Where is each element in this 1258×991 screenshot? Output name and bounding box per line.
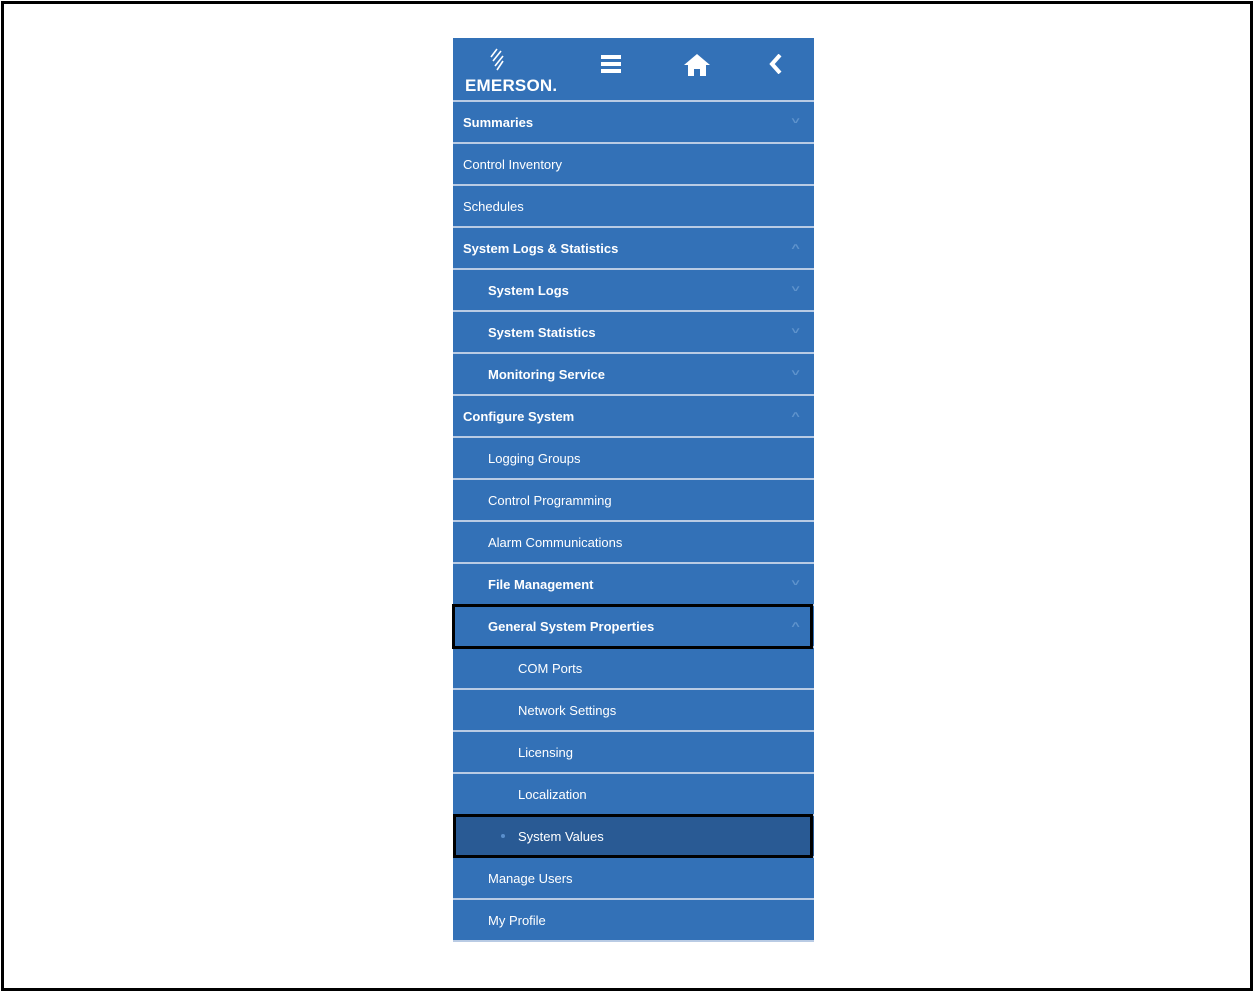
menu-item-label: Schedules <box>463 198 524 214</box>
home-icon[interactable] <box>684 54 710 81</box>
logo-text: EMERSON. <box>465 76 558 95</box>
menu-item-label: System Logs <box>488 282 569 298</box>
menu-item-licensing[interactable]: Licensing <box>453 732 814 774</box>
menu-item-label: System Values <box>518 828 604 844</box>
menu-item-monitoring-service[interactable]: Monitoring Service ˅ <box>453 354 814 396</box>
menu-item-label: Logging Groups <box>488 450 581 466</box>
menu-item-label: General System Properties <box>488 618 655 634</box>
menu-item-general-system-properties[interactable]: General System Properties ˄ <box>453 606 814 648</box>
menu-item-label: COM Ports <box>518 660 583 676</box>
menu-item-logging-groups[interactable]: Logging Groups <box>453 438 814 480</box>
menu-header: EMERSON. <box>453 38 814 102</box>
menu-item-label: Licensing <box>518 744 573 760</box>
menu-item-system-values[interactable]: System Values <box>453 816 814 858</box>
selected-bullet-icon <box>501 834 505 838</box>
menu-item-label: File Management <box>488 576 594 592</box>
menu-item-label: Network Settings <box>518 702 617 718</box>
menu-item-label: Summaries <box>463 114 534 130</box>
menu-item-label: Control Programming <box>488 492 612 508</box>
menu-item-file-management[interactable]: File Management ˅ <box>453 564 814 606</box>
chevron-down-icon[interactable]: ˅ <box>791 284 799 294</box>
chevron-down-icon[interactable]: ˅ <box>791 326 799 336</box>
menu-item-summaries[interactable]: Summaries ˅ <box>453 102 814 144</box>
menu-item-label: My Profile <box>488 912 546 928</box>
menu-item-system-statistics[interactable]: System Statistics ˅ <box>453 312 814 354</box>
chevron-down-icon[interactable]: ˅ <box>791 116 799 126</box>
menu-item-my-profile[interactable]: My Profile <box>453 900 814 942</box>
menu-item-com-ports[interactable]: COM Ports <box>453 648 814 690</box>
menu-item-label: Configure System <box>463 408 575 424</box>
emerson-logo-mark-icon <box>490 48 504 71</box>
chevron-down-icon[interactable]: ˅ <box>791 368 799 378</box>
menu-item-network-settings[interactable]: Network Settings <box>453 690 814 732</box>
hamburger-icon[interactable] <box>601 54 621 79</box>
menu-item-manage-users[interactable]: Manage Users <box>453 858 814 900</box>
menu-item-system-logs[interactable]: System Logs ˅ <box>453 270 814 312</box>
menu-item-label: Localization <box>518 786 587 802</box>
menu-item-schedules[interactable]: Schedules <box>453 186 814 228</box>
chevron-down-icon[interactable]: ˅ <box>791 578 799 588</box>
navigation-menu: EMERSON. Summaries ˅ Control Inventory Sche… <box>452 38 814 942</box>
menu-item-localization[interactable]: Localization <box>453 774 814 816</box>
menu-item-label: System Logs & Statistics <box>463 240 619 256</box>
menu-item-list: Summaries ˅ Control Inventory Schedules Syst… <box>453 102 814 942</box>
menu-item-label: Control Inventory <box>463 156 562 172</box>
menu-item-alarm-communications[interactable]: Alarm Communications <box>453 522 814 564</box>
menu-item-control-programming[interactable]: Control Programming <box>453 480 814 522</box>
menu-item-control-inventory[interactable]: Control Inventory <box>453 144 814 186</box>
emerson-logo[interactable]: EMERSON. <box>465 48 575 95</box>
chevron-up-icon[interactable]: ˄ <box>791 620 799 630</box>
menu-item-label: System Statistics <box>488 324 596 340</box>
chevron-up-icon[interactable]: ˄ <box>791 242 799 252</box>
menu-item-label: Manage Users <box>488 870 573 886</box>
back-chevron-icon[interactable] <box>769 53 783 79</box>
menu-item-label: Monitoring Service <box>488 366 606 382</box>
chevron-up-icon[interactable]: ˄ <box>791 410 799 420</box>
menu-item-configure-system[interactable]: Configure System ˄ <box>453 396 814 438</box>
menu-item-system-logs-and-statistics[interactable]: System Logs & Statistics ˄ <box>453 228 814 270</box>
menu-item-label: Alarm Communications <box>488 534 623 550</box>
